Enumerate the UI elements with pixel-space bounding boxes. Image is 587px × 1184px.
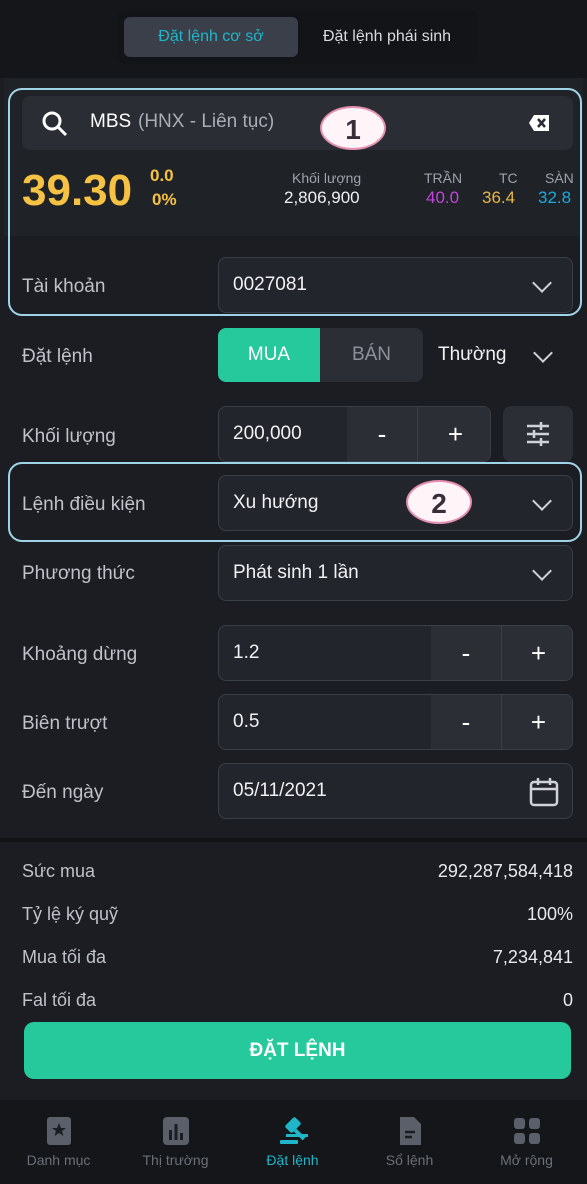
calendar-icon[interactable] [529,777,559,807]
stop-label: Khoảng dừng [22,644,138,665]
nav-label: Đặt lệnh [266,1152,319,1168]
quantity-plus-button[interactable]: + [417,407,490,461]
nav-more[interactable]: Mở rộng [468,1100,585,1184]
chevron-down-icon [532,561,552,581]
side-toggle: MUA BÁN [218,328,423,382]
divider [0,838,587,842]
margin-row: Tỷ lệ ký quỹ 100% [22,904,573,925]
buying-power-label: Sức mua [22,861,96,881]
max-buy-value: 7,234,841 [492,947,573,967]
sliders-icon [527,422,549,446]
method-label: Phương thức [22,563,135,584]
method-value: Phát sinh 1 lần [233,562,359,583]
slip-stepper: 0.5 - + [218,694,573,750]
nav-market[interactable]: Thị trường [117,1100,234,1184]
fal-label: Fal tối đa [22,990,97,1010]
stop-stepper: 1.2 - + [218,625,573,681]
slip-plus-button[interactable]: + [501,695,572,749]
gavel-icon [279,1117,305,1144]
nav-place-order[interactable]: Đặt lệnh [234,1100,351,1184]
max-buy-row: Mua tối đa 7,234,841 [22,947,573,968]
highlight-box-1 [8,88,582,316]
chart-icon [162,1117,189,1145]
fal-row: Fal tối đa 0 [22,990,573,1011]
bookmark-icon [46,1117,71,1145]
sell-button[interactable]: BÁN [320,328,423,382]
slip-minus-button[interactable]: - [431,695,501,749]
method-select[interactable]: Phát sinh 1 lần [218,545,573,601]
document-icon [399,1117,421,1145]
nav-order-book[interactable]: Sổ lệnh [351,1100,468,1184]
quantity-stepper: 200,000 - + [218,406,491,462]
max-buy-label: Mua tối đa [22,947,107,967]
buying-power-value: 292,287,584,418 [437,861,573,881]
quantity-label: Khối lượng [22,426,116,447]
date-picker[interactable]: 05/11/2021 [218,763,573,819]
buying-power-row: Sức mua 292,287,584,418 [22,861,573,882]
tab-derivative-order[interactable]: Đặt lệnh phái sinh [302,17,472,57]
date-label: Đến ngày [22,782,104,803]
stop-minus-button[interactable]: - [431,626,501,680]
date-value: 05/11/2021 [233,780,327,801]
stop-value[interactable]: 1.2 [233,642,259,664]
order-kind[interactable]: Thường [438,344,507,366]
slip-label: Biên trượt [22,713,108,734]
tab-base-order[interactable]: Đặt lệnh cơ sở [124,17,298,57]
settings-button[interactable] [503,406,573,462]
nav-label: Danh mục [26,1152,91,1168]
slip-value[interactable]: 0.5 [233,711,259,733]
margin-value: 100% [526,904,573,924]
annotation-2: 2 [406,480,472,524]
annotation-1: 1 [320,106,386,150]
order-label: Đặt lệnh [22,346,93,367]
nav-label: Mở rộng [500,1152,553,1168]
buy-button[interactable]: MUA [218,328,320,382]
active-nav-indicator [286,1134,308,1137]
nav-label: Sổ lệnh [385,1152,434,1168]
grid-icon [513,1118,540,1144]
fal-value: 0 [562,990,573,1010]
quantity-value[interactable]: 200,000 [233,423,302,445]
highlight-box-2 [8,462,582,542]
quantity-minus-button[interactable]: - [347,407,417,461]
nav-watchlist[interactable]: Danh mục [0,1100,117,1184]
margin-label: Tỷ lệ ký quỹ [22,904,119,924]
stop-plus-button[interactable]: + [501,626,572,680]
order-type-switch: Đặt lệnh cơ sở Đặt lệnh phái sinh [118,10,478,64]
submit-order-button[interactable]: ĐẶT LỆNH [24,1022,571,1079]
nav-label: Thị trường [142,1152,209,1168]
chevron-down-icon[interactable] [533,343,553,363]
